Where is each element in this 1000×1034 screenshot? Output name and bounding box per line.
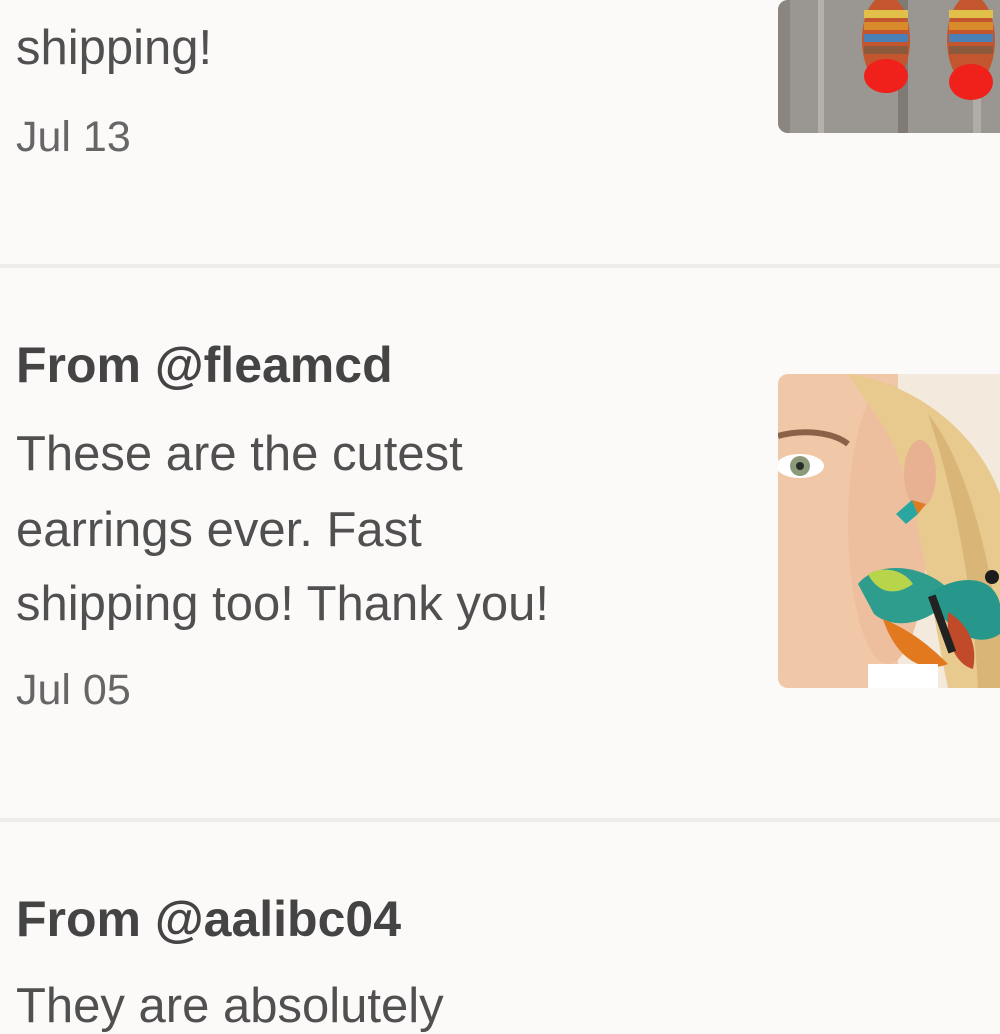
review-date: Jul 05 bbox=[16, 666, 131, 714]
review-body-line: earrings ever. Fast bbox=[16, 503, 422, 557]
review-author[interactable]: From @aalibc04 bbox=[16, 890, 401, 948]
review-item[interactable]: shipping! Jul 13 bbox=[0, 0, 1000, 264]
review-author[interactable]: From @fleamcd bbox=[16, 336, 393, 394]
review-body-line: shipping! bbox=[16, 21, 213, 75]
butterfly-earrings-image bbox=[778, 374, 1000, 688]
feather-earrings-image bbox=[778, 0, 1000, 133]
review-body-line: shipping too! Thank you! bbox=[16, 577, 550, 631]
review-item[interactable]: From @aalibc04 They are absolutely bbox=[0, 822, 1000, 1033]
review-body-line: They are absolutely bbox=[16, 979, 444, 1033]
review-date: Jul 13 bbox=[16, 113, 131, 161]
review-body-line: These are the cutest bbox=[16, 427, 463, 481]
review-photo[interactable] bbox=[778, 0, 1000, 133]
review-photo[interactable] bbox=[778, 374, 1000, 688]
review-item[interactable]: From @fleamcd These are the cutest earri… bbox=[0, 268, 1000, 818]
